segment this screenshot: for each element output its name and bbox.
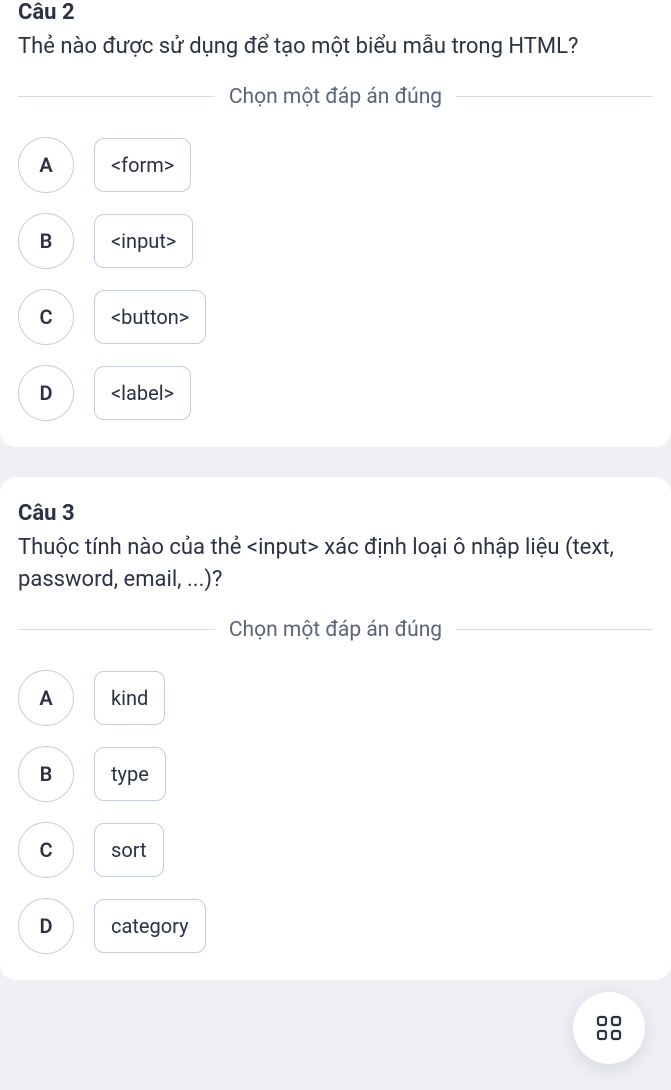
options-list: A kind B type C sort D category bbox=[18, 670, 653, 954]
instruction-label: Chọn một đáp án đúng bbox=[229, 618, 442, 642]
option-b[interactable]: B type bbox=[18, 746, 653, 802]
option-d[interactable]: D category bbox=[18, 898, 653, 954]
options-list: A <form> B <input> C <button> D <label> bbox=[18, 137, 653, 421]
instruction-divider: Chọn một đáp án đúng bbox=[18, 618, 653, 642]
option-text: kind bbox=[94, 671, 165, 725]
option-letter: C bbox=[18, 289, 74, 345]
option-c[interactable]: C sort bbox=[18, 822, 653, 878]
option-letter: A bbox=[18, 670, 74, 726]
option-text: category bbox=[94, 899, 206, 953]
option-text: <button> bbox=[94, 290, 206, 344]
option-letter: B bbox=[18, 746, 74, 802]
option-text: type bbox=[94, 747, 166, 801]
grid-menu-button[interactable] bbox=[573, 992, 645, 1064]
divider-line bbox=[18, 629, 215, 630]
option-letter: D bbox=[18, 898, 74, 954]
divider-line bbox=[18, 96, 215, 97]
option-text: <label> bbox=[94, 366, 191, 420]
question-card-2: Câu 2 Thẻ nào được sử dụng để tạo một bi… bbox=[0, 0, 671, 447]
grid-icon bbox=[596, 1015, 622, 1041]
option-letter: B bbox=[18, 213, 74, 269]
option-letter: C bbox=[18, 822, 74, 878]
option-d[interactable]: D <label> bbox=[18, 365, 653, 421]
option-text: <input> bbox=[94, 214, 193, 268]
question-text: Thẻ nào được sử dụng để tạo một biểu mẫu… bbox=[18, 31, 653, 63]
divider-line bbox=[456, 629, 653, 630]
question-number: Câu 3 bbox=[18, 501, 653, 526]
question-number: Câu 2 bbox=[18, 0, 653, 25]
instruction-label: Chọn một đáp án đúng bbox=[229, 85, 442, 109]
question-text: Thuộc tính nào của thẻ <input> xác định … bbox=[18, 532, 653, 596]
option-text: sort bbox=[94, 823, 164, 877]
option-text: <form> bbox=[94, 138, 191, 192]
question-card-3: Câu 3 Thuộc tính nào của thẻ <input> xác… bbox=[0, 477, 671, 980]
option-c[interactable]: C <button> bbox=[18, 289, 653, 345]
option-a[interactable]: A <form> bbox=[18, 137, 653, 193]
option-a[interactable]: A kind bbox=[18, 670, 653, 726]
option-letter: D bbox=[18, 365, 74, 421]
option-b[interactable]: B <input> bbox=[18, 213, 653, 269]
divider-line bbox=[456, 96, 653, 97]
option-letter: A bbox=[18, 137, 74, 193]
instruction-divider: Chọn một đáp án đúng bbox=[18, 85, 653, 109]
